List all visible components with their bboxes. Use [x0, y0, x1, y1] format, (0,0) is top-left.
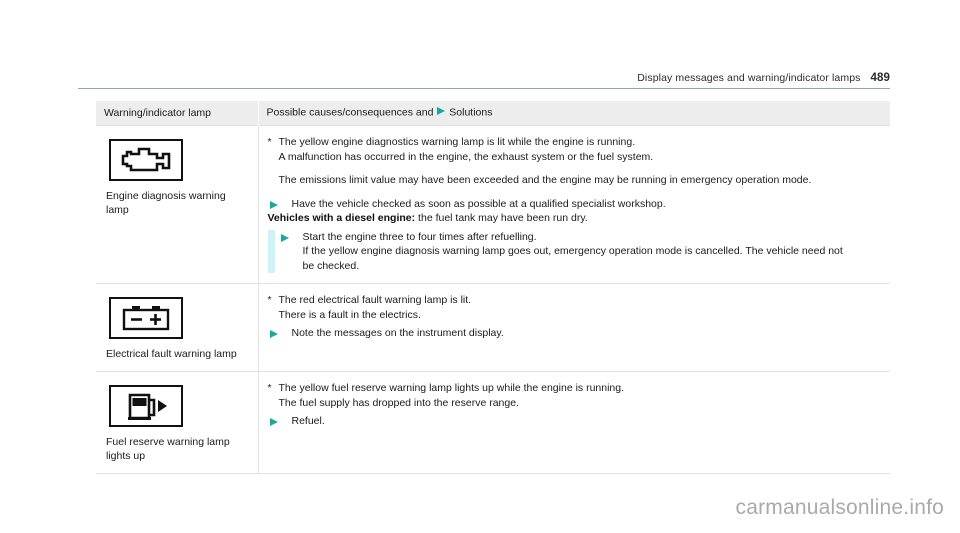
emphasis-rest: the fuel tank may have been run dry.: [415, 212, 588, 224]
solution-block: Have the vehicle checked as soon as poss…: [268, 197, 887, 212]
solution-block: Start the engine three to four times aft…: [279, 230, 887, 274]
solution-block: Refuel.: [268, 414, 887, 429]
description-cell-fuel-reserve: * The yellow fuel reserve warning lamp l…: [258, 371, 890, 474]
star-bullet-icon: *: [267, 382, 272, 394]
column-header-causes: Possible causes/consequences and Solutio…: [258, 101, 890, 126]
lamp-cell-electrical-fault: Electrical fault warning lamp: [96, 283, 259, 372]
lamp-caption: Engine diagnosis warning lamp: [106, 190, 226, 216]
column-header-causes-label-pre: Possible causes/consequences and: [266, 106, 434, 119]
triangle-right-icon: [269, 329, 279, 344]
solution-block: Note the messages on the instrument disp…: [268, 326, 887, 341]
solution-line: Note the messages on the instrument disp…: [291, 327, 504, 339]
table-row: Electrical fault warning lamp * The red …: [96, 283, 890, 372]
lamp-cell-engine-diagnosis: Engine diagnosis warning lamp: [96, 125, 259, 284]
table-header-row: Warning/indicator lamp Possible causes/c…: [96, 101, 890, 126]
solution-line: Start the engine three to four times aft…: [302, 230, 537, 243]
triangle-right-icon: [269, 200, 279, 215]
running-header: Display messages and warning/indicator l…: [78, 72, 890, 84]
table-header: Warning/indicator lamp Possible causes/c…: [96, 101, 890, 126]
running-header-title: Display messages and warning/indicator l…: [637, 72, 861, 84]
cause-line: The fuel supply has dropped into the res…: [278, 396, 520, 409]
site-watermark: carmanualsonline.info: [735, 496, 944, 519]
triangle-right-icon: [436, 106, 446, 119]
star-bullet-icon: *: [267, 136, 272, 148]
lamp-caption: Electrical fault warning lamp: [106, 348, 237, 360]
emphasis-label: Vehicles with a diesel engine:: [267, 212, 416, 224]
header-divider-rule: [78, 88, 890, 89]
cause-block: * The yellow fuel reserve warning lamp l…: [268, 381, 887, 410]
column-header-lamp: Warning/indicator lamp: [96, 101, 259, 126]
solution-line: If the yellow engine diagnosis warning l…: [302, 245, 843, 257]
cause-line: The yellow engine diagnostics warning la…: [278, 136, 636, 148]
consequence-block: The emissions limit value may have been …: [268, 173, 887, 188]
description-cell-engine-diagnosis: * The yellow engine diagnostics warning …: [258, 125, 890, 284]
cause-block: * The yellow engine diagnostics warning …: [268, 135, 887, 164]
emphasis-block: Vehicles with a diesel engine: the fuel …: [268, 211, 887, 226]
engine-diagnosis-icon: [109, 139, 183, 181]
lamp-cell-fuel-reserve: Fuel reserve warning lamp lights up: [96, 371, 259, 474]
cause-line: There is a fault in the electrics.: [278, 308, 421, 321]
warning-lamp-table: Warning/indicator lamp Possible causes/c…: [96, 101, 890, 474]
battery-icon: [109, 297, 183, 339]
cause-line: The yellow fuel reserve warning lamp lig…: [278, 382, 625, 394]
triangle-right-icon: [280, 233, 290, 248]
triangle-right-icon: [269, 417, 279, 432]
fuel-pump-icon: [109, 385, 183, 427]
lamp-caption: Fuel reserve warning lamp lights up: [106, 436, 230, 462]
table-row: Engine diagnosis warning lamp * The yell…: [96, 125, 890, 284]
change-marker-bar: [267, 229, 275, 273]
cause-line: The red electrical fault warning lamp is…: [278, 294, 472, 306]
solution-line: Refuel.: [291, 415, 325, 427]
consequence-line: The emissions limit value may have been …: [278, 174, 812, 186]
marked-solution-block: Start the engine three to four times aft…: [267, 229, 887, 274]
solution-line: be checked.: [302, 259, 360, 272]
column-header-lamp-label: Warning/indicator lamp: [104, 106, 211, 119]
star-bullet-icon: *: [267, 294, 272, 306]
column-header-causes-label-post: Solutions: [449, 106, 493, 119]
table-row: Fuel reserve warning lamp lights up * Th…: [96, 371, 890, 474]
solution-line: Have the vehicle checked as soon as poss…: [291, 197, 666, 210]
description-cell-electrical-fault: * The red electrical fault warning lamp …: [258, 283, 890, 372]
page-number: 489: [870, 72, 890, 84]
cause-block: * The red electrical fault warning lamp …: [268, 293, 887, 322]
cause-line: A malfunction has occurred in the engine…: [278, 150, 654, 163]
